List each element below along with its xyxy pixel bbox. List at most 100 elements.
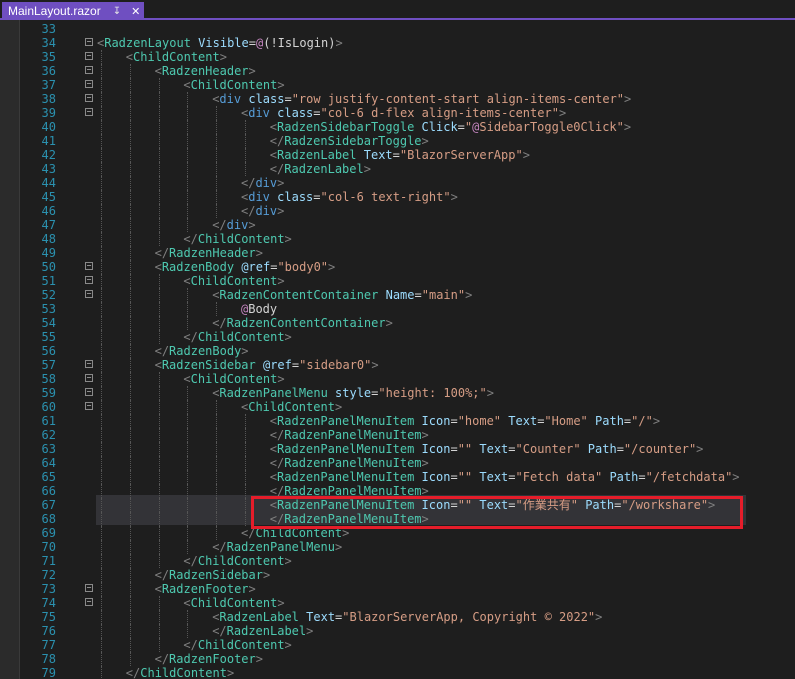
fold-toggle-icon[interactable]: − xyxy=(85,66,93,74)
code-line-68[interactable]: 68 </RadzenPanelMenuItem> xyxy=(0,512,795,526)
code-text: </ChildContent> xyxy=(183,330,291,344)
code-token: > xyxy=(277,596,285,610)
code-line-55[interactable]: 55 </ChildContent> xyxy=(0,330,795,344)
line-number: 67 xyxy=(41,498,56,512)
code-line-47[interactable]: 47 </div> xyxy=(0,218,795,232)
indent-guide xyxy=(101,344,102,358)
line-number: 36 xyxy=(41,64,56,78)
indent-guide xyxy=(158,106,160,120)
code-line-56[interactable]: 56 </RadzenBody> xyxy=(0,344,795,358)
line-number: 69 xyxy=(41,526,56,540)
code-line-36[interactable]: 36 − <RadzenHeader> xyxy=(0,64,795,78)
indent-guide xyxy=(129,484,131,498)
code-line-54[interactable]: 54 </RadzenContentContainer> xyxy=(0,316,795,330)
indent-guide xyxy=(158,218,160,232)
indent-guide xyxy=(129,344,131,358)
indent-guide xyxy=(101,484,102,498)
code-line-41[interactable]: 41 </RadzenSidebarToggle> xyxy=(0,134,795,148)
code-line-46[interactable]: 46 </div> xyxy=(0,204,795,218)
code-line-34[interactable]: 34 − <RadzenLayout Visible=@(!IsLogin)> xyxy=(0,36,795,50)
line-number: 63 xyxy=(41,442,56,456)
code-line-57[interactable]: 57 − <RadzenSidebar @ref="sidebar0"> xyxy=(0,358,795,372)
code-line-58[interactable]: 58 − <ChildContent> xyxy=(0,372,795,386)
indent-guide xyxy=(187,610,189,624)
code-line-62[interactable]: 62 </RadzenPanelMenuItem> xyxy=(0,428,795,442)
code-line-38[interactable]: 38 − <div class="row justify-content-start… xyxy=(0,92,795,106)
fold-toggle-icon[interactable]: − xyxy=(85,374,93,382)
code-line-53[interactable]: 53 @Body xyxy=(0,302,795,316)
fold-toggle-icon[interactable]: − xyxy=(85,388,93,396)
code-line-71[interactable]: 71 </ChildContent> xyxy=(0,554,795,568)
code-line-48[interactable]: 48 </ChildContent> xyxy=(0,232,795,246)
fold-toggle-icon[interactable]: − xyxy=(85,108,93,116)
code-line-64[interactable]: 64 </RadzenPanelMenuItem> xyxy=(0,456,795,470)
fold-toggle-icon[interactable]: − xyxy=(85,402,93,410)
code-line-45[interactable]: 45 <div class="col-6 text-right"> xyxy=(0,190,795,204)
indent-guide xyxy=(101,176,102,190)
fold-toggle-icon[interactable]: − xyxy=(85,276,93,284)
indent-guide xyxy=(158,470,160,484)
code-line-49[interactable]: 49 </RadzenHeader> xyxy=(0,246,795,260)
code-line-43[interactable]: 43 </RadzenLabel> xyxy=(0,162,795,176)
code-line-37[interactable]: 37 − <ChildContent> xyxy=(0,78,795,92)
code-line-75[interactable]: 75 <RadzenLabel Text="BlazorServerApp, Co… xyxy=(0,610,795,624)
pin-icon[interactable]: ↧ xyxy=(113,6,121,17)
code-line-67[interactable]: 67 <RadzenPanelMenuItem Icon="" Text="作業共… xyxy=(0,498,795,512)
code-line-76[interactable]: 76 </RadzenLabel> xyxy=(0,624,795,638)
code-line-60[interactable]: 60 − <ChildContent> xyxy=(0,400,795,414)
code-line-51[interactable]: 51 − <ChildContent> xyxy=(0,274,795,288)
fold-toggle-icon[interactable]: − xyxy=(85,290,93,298)
code-line-74[interactable]: 74 − <ChildContent> xyxy=(0,596,795,610)
line-number: 75 xyxy=(41,610,56,624)
code-token: > xyxy=(652,414,661,428)
code-line-73[interactable]: 73 − <RadzenFooter> xyxy=(0,582,795,596)
code-token: > xyxy=(219,50,227,64)
indent-guide xyxy=(187,106,189,120)
code-line-69[interactable]: 69 </ChildContent> xyxy=(0,526,795,540)
code-line-65[interactable]: 65 <RadzenPanelMenuItem Icon="" Text="Fet… xyxy=(0,470,795,484)
code-token: > xyxy=(421,456,429,470)
code-line-50[interactable]: 50 − <RadzenBody @ref="body0"> xyxy=(0,260,795,274)
code-line-72[interactable]: 72 </RadzenSidebar> xyxy=(0,568,795,582)
code-token: > xyxy=(277,372,285,386)
code-editor[interactable]: 33 34− <RadzenLayout Visible=@(!IsLogin)> 3… xyxy=(0,20,795,679)
code-token: RadzenHeader xyxy=(169,246,256,260)
code-line-77[interactable]: 77 </ChildContent> xyxy=(0,638,795,652)
code-token: > xyxy=(226,666,235,679)
indent-guide xyxy=(187,498,189,512)
code-line-42[interactable]: 42 <RadzenLabel Text="BlazorServerApp"> xyxy=(0,148,795,162)
code-line-35[interactable]: 35 − <ChildContent> xyxy=(0,50,795,64)
code-token: </ xyxy=(154,568,170,582)
indent-guide xyxy=(216,106,218,120)
fold-toggle-icon[interactable]: − xyxy=(85,80,93,88)
indent-guide xyxy=(129,162,131,176)
code-line-44[interactable]: 44 </div> xyxy=(0,176,795,190)
line-number: 59 xyxy=(41,386,56,400)
code-line-40[interactable]: 40 <RadzenSidebarToggle Click="@SidebarTo… xyxy=(0,120,795,134)
fold-toggle-icon[interactable]: − xyxy=(85,52,93,60)
code-line-39[interactable]: 39 − <div class="col-6 d-flex align-items-… xyxy=(0,106,795,120)
indent-guide xyxy=(129,638,131,652)
fold-toggle-icon[interactable]: − xyxy=(85,262,93,270)
code-line-78[interactable]: 78 </RadzenFooter> xyxy=(0,652,795,666)
code-text: </ChildContent> xyxy=(183,638,291,652)
indent-guide xyxy=(187,134,189,148)
code-line-52[interactable]: 52 − <RadzenContentContainer Name="main"> xyxy=(0,288,795,302)
code-line-70[interactable]: 70 </RadzenPanelMenu> xyxy=(0,540,795,554)
code-line-66[interactable]: 66 </RadzenPanelMenuItem> xyxy=(0,484,795,498)
fold-toggle-icon[interactable]: − xyxy=(85,584,93,592)
code-token: RadzenPanelMenuItem xyxy=(277,414,415,428)
code-line-59[interactable]: 59 − <RadzenPanelMenu style="height: 100%;… xyxy=(0,386,795,400)
code-line-79[interactable]: 79 </ChildContent> xyxy=(0,666,795,679)
close-icon[interactable]: ✕ xyxy=(131,5,140,18)
fold-toggle-icon[interactable]: − xyxy=(85,360,93,368)
code-line-61[interactable]: 61 <RadzenPanelMenuItem Icon="home" Text=… xyxy=(0,414,795,428)
fold-toggle-icon[interactable]: − xyxy=(85,38,93,46)
fold-toggle-icon[interactable]: − xyxy=(85,598,93,606)
code-line-63[interactable]: 63 <RadzenPanelMenuItem Icon="" Text="Cou… xyxy=(0,442,795,456)
code-token: > xyxy=(284,638,292,652)
tab-mainlayout-razor[interactable]: MainLayout.razor ↧ ✕ xyxy=(2,2,144,20)
indent-guide xyxy=(187,218,189,232)
fold-toggle-icon[interactable]: − xyxy=(85,94,93,102)
code-line-33[interactable]: 33 xyxy=(0,22,795,36)
